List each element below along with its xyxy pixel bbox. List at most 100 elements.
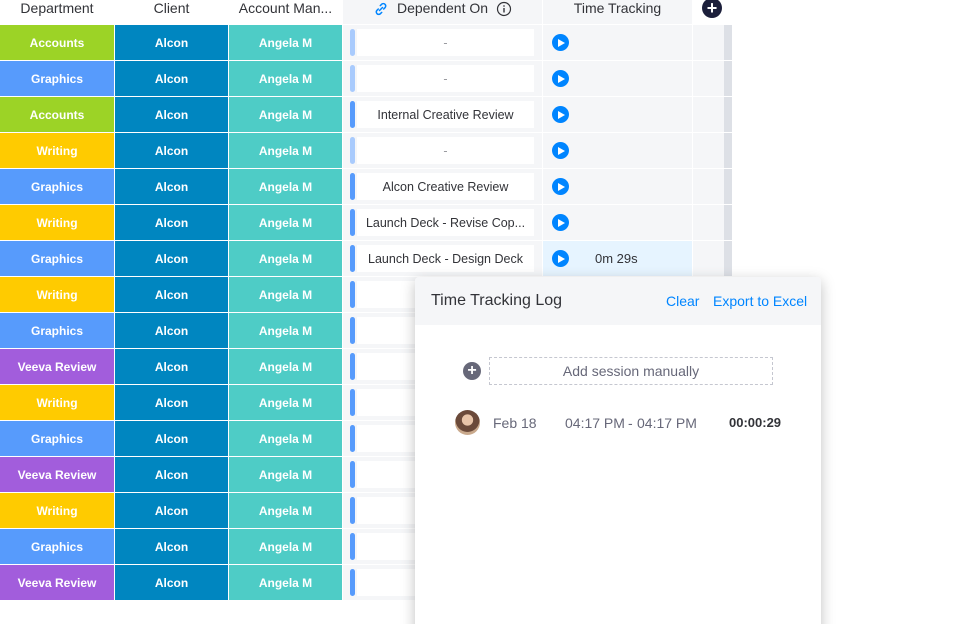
empty-cell [693,169,724,204]
table-row: Graphics Alcon Angela M Alcon Creative Revi… [0,169,732,205]
client-cell[interactable]: Alcon [115,25,228,60]
dependent-on-cell[interactable]: - [343,25,542,60]
account-manager-cell[interactable]: Angela M [229,493,342,528]
account-manager-cell[interactable]: Angela M [229,529,342,564]
dependent-on-value[interactable]: Internal Creative Review [357,101,534,128]
column-header-department[interactable]: Department [0,0,114,24]
department-cell[interactable]: Graphics [0,313,114,348]
account-manager-cell[interactable]: Angela M [229,457,342,492]
time-tracking-cell[interactable] [543,97,692,132]
add-session-button[interactable]: Add session manually [489,357,773,385]
client-cell[interactable]: Alcon [115,61,228,96]
department-cell[interactable]: Veeva Review [0,349,114,384]
account-manager-cell[interactable]: Angela M [229,169,342,204]
account-manager-cell[interactable]: Angela M [229,133,342,168]
column-header-time-tracking[interactable]: Time Tracking [543,0,692,24]
account-manager-cell[interactable]: Angela M [229,277,342,312]
dependent-on-cell[interactable]: Launch Deck - Design Deck [343,241,542,276]
column-header-dependent-on[interactable]: Dependent On [343,0,542,24]
dependent-on-cell[interactable]: Launch Deck - Revise Cop... [343,205,542,240]
client-cell[interactable]: Alcon [115,241,228,276]
client-cell[interactable]: Alcon [115,421,228,456]
dependent-on-cell[interactable]: - [343,133,542,168]
client-cell[interactable]: Alcon [115,385,228,420]
empty-cell [693,241,724,276]
account-manager-cell[interactable]: Angela M [229,61,342,96]
client-cell[interactable]: Alcon [115,97,228,132]
account-manager-cell[interactable]: Angela M [229,313,342,348]
time-tracking-cell[interactable]: 0m 29s [543,241,692,276]
clear-link[interactable]: Clear [666,293,699,309]
dependency-indicator [350,569,355,596]
client-cell[interactable]: Alcon [115,169,228,204]
client-cell[interactable]: Alcon [115,133,228,168]
play-icon[interactable] [552,34,569,51]
client-cell[interactable]: Alcon [115,529,228,564]
account-manager-cell[interactable]: Angela M [229,97,342,132]
department-cell[interactable]: Graphics [0,169,114,204]
client-cell[interactable]: Alcon [115,349,228,384]
play-icon[interactable] [552,142,569,159]
client-cell[interactable]: Alcon [115,565,228,600]
add-column-icon[interactable]: + [702,0,722,18]
department-cell[interactable]: Veeva Review [0,565,114,600]
dependent-on-cell[interactable]: Internal Creative Review [343,97,542,132]
info-icon[interactable] [496,1,512,17]
dependent-on-value[interactable]: - [357,137,534,164]
department-cell[interactable]: Writing [0,385,114,420]
client-cell[interactable]: Alcon [115,313,228,348]
department-cell[interactable]: Writing [0,133,114,168]
account-manager-cell[interactable]: Angela M [229,421,342,456]
time-tracking-cell[interactable] [543,61,692,96]
department-cell[interactable]: Accounts [0,97,114,132]
department-cell[interactable]: Writing [0,205,114,240]
export-to-excel-link[interactable]: Export to Excel [713,293,807,309]
department-cell[interactable]: Veeva Review [0,457,114,492]
time-tracking-cell[interactable] [543,205,692,240]
account-manager-cell[interactable]: Angela M [229,565,342,600]
department-cell[interactable]: Graphics [0,241,114,276]
dependent-on-cell[interactable]: - [343,61,542,96]
time-tracking-cell[interactable] [543,169,692,204]
table-header: Department Client Account Man... Depende… [0,0,976,24]
time-tracking-cell[interactable] [543,25,692,60]
account-manager-cell[interactable]: Angela M [229,349,342,384]
play-icon[interactable] [552,250,569,267]
account-manager-cell[interactable]: Angela M [229,25,342,60]
dependent-on-value[interactable]: Launch Deck - Revise Cop... [357,209,534,236]
dependent-on-value[interactable]: Launch Deck - Design Deck [357,245,534,272]
account-manager-cell[interactable]: Angela M [229,241,342,276]
row-edge [724,25,732,60]
play-icon[interactable] [552,178,569,195]
column-header-client[interactable]: Client [115,0,228,24]
department-cell[interactable]: Accounts [0,25,114,60]
tracked-time: 0m 29s [595,251,638,266]
department-cell[interactable]: Writing [0,493,114,528]
account-manager-cell[interactable]: Angela M [229,385,342,420]
client-cell[interactable]: Alcon [115,277,228,312]
client-cell[interactable]: Alcon [115,205,228,240]
add-session-plus-icon[interactable]: + [463,362,481,380]
row-edge [724,97,732,132]
dependent-on-value[interactable]: Alcon Creative Review [357,173,534,200]
account-manager-cell[interactable]: Angela M [229,205,342,240]
column-header-account-manager[interactable]: Account Man... [229,0,342,24]
dependency-indicator [350,497,355,524]
dependent-on-cell[interactable]: Alcon Creative Review [343,169,542,204]
play-icon[interactable] [552,70,569,87]
department-cell[interactable]: Graphics [0,529,114,564]
dependent-on-value[interactable]: - [357,65,534,92]
play-icon[interactable] [552,214,569,231]
department-cell[interactable]: Graphics [0,421,114,456]
session-start-time[interactable]: 04:17 PM [565,415,625,431]
popup-header: Time Tracking Log Clear Export to Excel [415,277,821,325]
time-tracking-cell[interactable] [543,133,692,168]
dependent-on-value[interactable]: - [357,29,534,56]
client-cell[interactable]: Alcon [115,493,228,528]
session-end-time[interactable]: 04:17 PM [637,415,697,431]
play-icon[interactable] [552,106,569,123]
department-cell[interactable]: Writing [0,277,114,312]
client-cell[interactable]: Alcon [115,457,228,492]
department-cell[interactable]: Graphics [0,61,114,96]
table-row: Writing Alcon Angela M Launch Deck - Revise… [0,205,732,241]
